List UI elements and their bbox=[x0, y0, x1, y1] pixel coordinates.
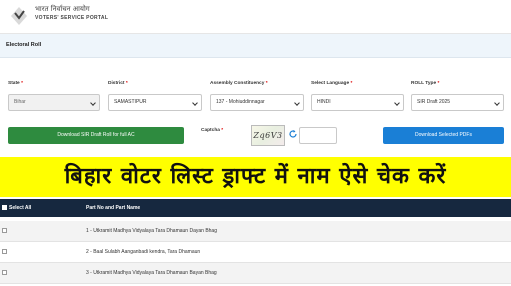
eci-logo-icon[interactable] bbox=[9, 6, 29, 26]
logo-title-hindi: भारत निर्वाचन आयोग bbox=[35, 5, 90, 13]
banner-title: बिहार वोटर लिस्ट ड्राफ्ट में नाम ऐसे चेक… bbox=[64, 164, 447, 189]
assembly-select[interactable]: 137 - Mohiuddinnagar bbox=[210, 94, 304, 111]
language-select[interactable]: HINDI bbox=[311, 94, 404, 111]
chevron-down-icon bbox=[192, 100, 198, 106]
part-name: 3 - Utkramit Madhya Vidyalaya Tara Dhama… bbox=[86, 270, 217, 276]
district-value: SAMASTIPUR bbox=[114, 99, 147, 105]
chevron-down-icon bbox=[494, 100, 500, 106]
roll-type-select[interactable]: SIR Draft 2025 bbox=[411, 94, 504, 111]
assembly-value: 137 - Mohiuddinnagar bbox=[216, 99, 265, 105]
refresh-icon[interactable] bbox=[288, 129, 298, 139]
state-value: Bihar bbox=[14, 99, 26, 105]
chevron-down-icon bbox=[90, 100, 96, 106]
page: भारत निर्वाचन आयोग VOTERS' SERVICE PORTA… bbox=[0, 0, 511, 286]
table-row[interactable]: 3 - Utkramit Madhya Vidyalaya Tara Dhama… bbox=[0, 263, 511, 284]
district-select[interactable]: SAMASTIPUR bbox=[108, 94, 202, 111]
select-all-checkbox[interactable] bbox=[2, 205, 7, 210]
table-row[interactable]: 2 - Baal Sulabh Aanganbadi kendra, Tara … bbox=[0, 242, 511, 263]
state-select[interactable]: Bihar bbox=[8, 94, 100, 111]
chevron-down-icon bbox=[394, 100, 400, 106]
row-checkbox[interactable] bbox=[2, 228, 7, 233]
title-bar bbox=[0, 34, 511, 58]
captcha-input[interactable] bbox=[299, 127, 337, 144]
captcha-label: Captcha * bbox=[201, 128, 224, 133]
logo-title-english: VOTERS' SERVICE PORTAL bbox=[35, 15, 109, 21]
download-selected-pdfs-button[interactable]: Download Selected PDFs bbox=[383, 127, 504, 144]
select-all-label: Select All bbox=[9, 205, 32, 211]
download-full-ac-button[interactable]: Download SIR Draft Roll for full AC bbox=[8, 127, 184, 144]
chevron-down-icon bbox=[294, 100, 300, 106]
language-value: HINDI bbox=[317, 99, 331, 105]
assembly-label: Assembly Constituency * bbox=[210, 81, 268, 86]
part-name: 2 - Baal Sulabh Aanganbadi kendra, Tara … bbox=[86, 249, 201, 255]
part-name: 1 - Utkramit Madhya Vidyalaya Tara Dhama… bbox=[86, 228, 217, 234]
district-label: District * bbox=[108, 81, 128, 86]
captcha-image: Zq6V3 bbox=[251, 125, 285, 146]
roll-type-label: ROLL Type * bbox=[411, 81, 440, 86]
table-row[interactable]: 1 - Utkramit Madhya Vidyalaya Tara Dhama… bbox=[0, 221, 511, 242]
part-header: Part No and Part Name bbox=[86, 205, 141, 211]
page-title: Electoral Roll bbox=[6, 42, 42, 48]
language-label: Select Language * bbox=[311, 81, 353, 86]
state-label: State * bbox=[8, 81, 23, 86]
row-checkbox[interactable] bbox=[2, 249, 7, 254]
site-header: भारत निर्वाचन आयोग VOTERS' SERVICE PORTA… bbox=[0, 0, 511, 34]
roll-type-value: SIR Draft 2025 bbox=[417, 99, 451, 105]
row-checkbox[interactable] bbox=[2, 270, 7, 275]
table-header bbox=[0, 199, 511, 217]
